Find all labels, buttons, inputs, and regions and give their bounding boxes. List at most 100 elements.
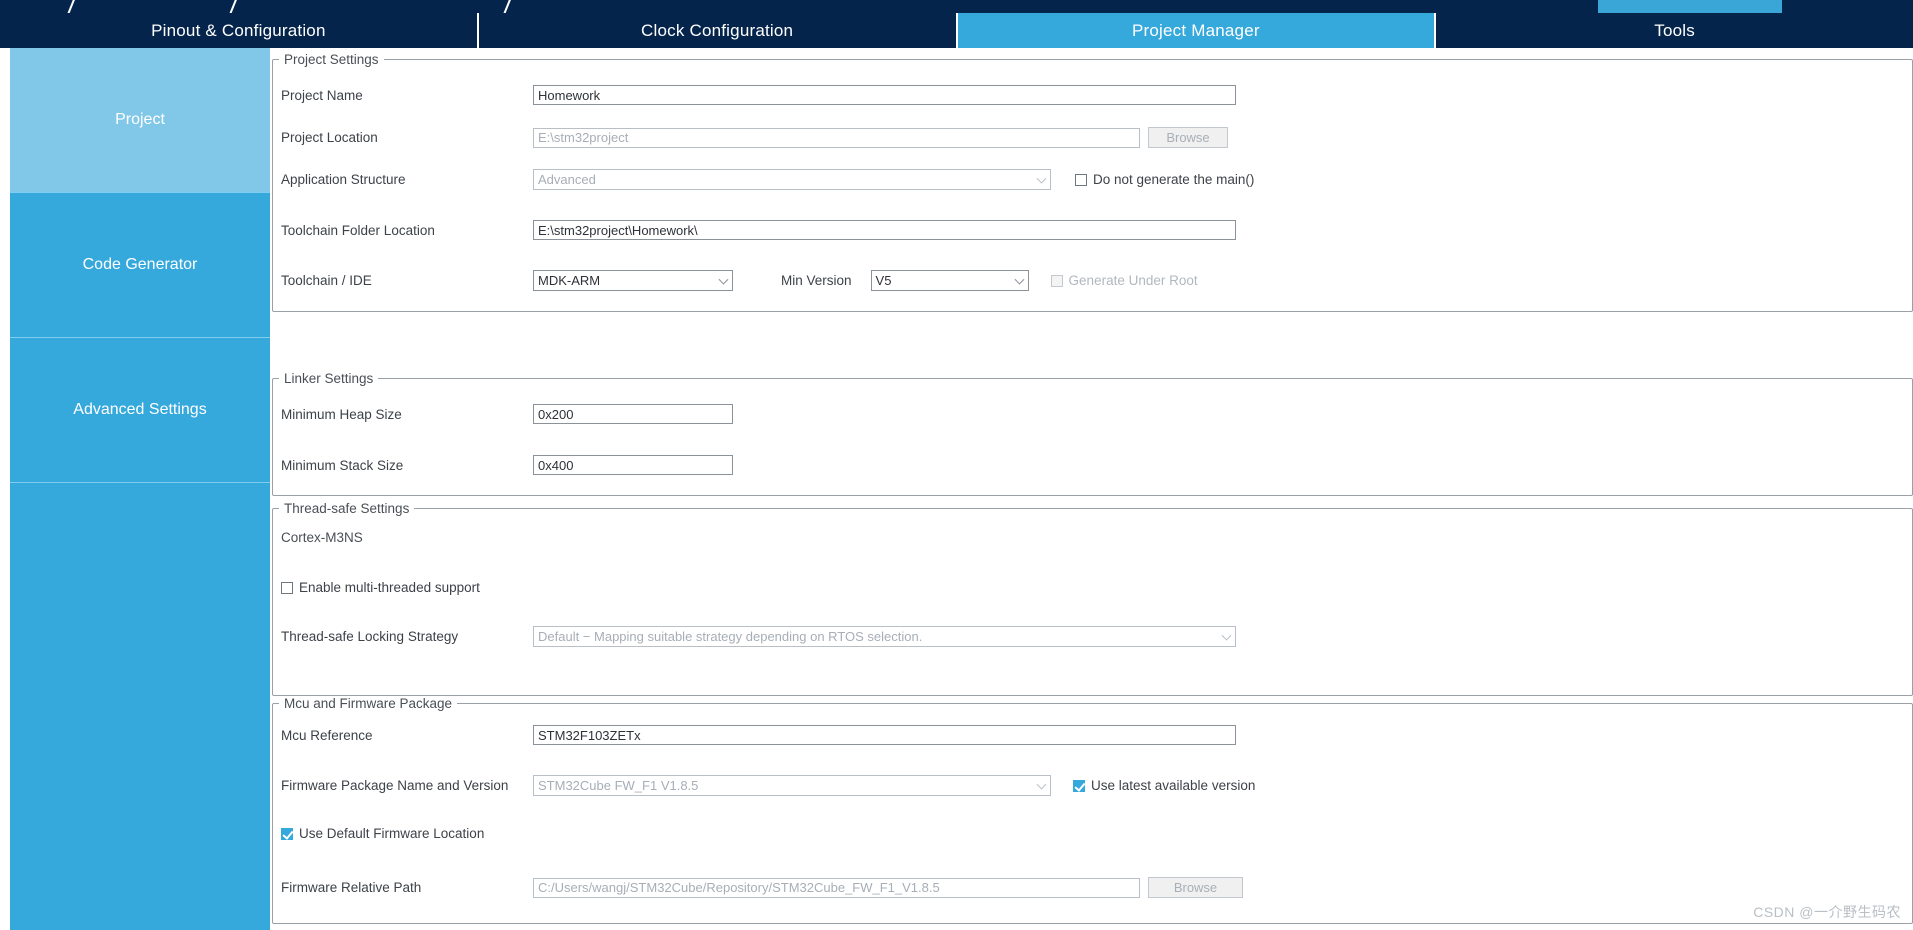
toolchain-folder-location-input[interactable] — [533, 220, 1236, 240]
minimum-stack-size-input[interactable] — [533, 455, 733, 475]
row-project-name: Project Name — [281, 85, 1236, 105]
row-minimum-heap-size: Minimum Heap Size — [281, 404, 733, 424]
use-latest-available-version-checkbox[interactable]: Use latest available version — [1073, 778, 1255, 793]
row-project-location: Project Location Browse — [281, 127, 1228, 148]
project-manager-sidebar: Project Code Generator Advanced Settings — [10, 48, 270, 930]
group-title: Project Settings — [284, 52, 379, 67]
checkbox-checked-icon — [281, 827, 293, 840]
tab-tools[interactable]: Tools — [1436, 13, 1913, 48]
chevron-down-icon — [1221, 630, 1232, 641]
project-name-label: Project Name — [281, 87, 363, 103]
row-toolchain-ide: Toolchain / IDE MDK-ARM Min Version V5 G… — [281, 270, 1198, 291]
min-version-value: V5 — [875, 273, 892, 288]
firmware-package-label: Firmware Package Name and Version — [281, 778, 509, 793]
watermark: CSDN @一介野生码农 — [1753, 904, 1901, 920]
use-default-firmware-location-label: Use Default Firmware Location — [299, 826, 485, 841]
checkbox-box-icon — [1075, 173, 1087, 186]
locking-strategy-value: Default − Mapping suitable strategy depe… — [538, 629, 923, 644]
toolchain-ide-label: Toolchain / IDE — [281, 273, 372, 288]
group-project-settings: Project Settings Project Name Project Lo… — [272, 52, 1913, 312]
sidebar-item-label: Code Generator — [82, 256, 198, 273]
group-linker-settings: Linker Settings Minimum Heap Size Minimu… — [272, 371, 1913, 496]
checkbox-box-icon — [1050, 274, 1063, 287]
strip-active-segment — [1598, 0, 1782, 13]
do-not-generate-main-label: Do not generate the main() — [1093, 172, 1255, 187]
project-settings-panel: Project Settings Project Name Project Lo… — [272, 48, 1913, 930]
chevron-down-icon — [718, 274, 729, 285]
tab-label: Project Manager — [1132, 20, 1260, 40]
group-thread-safe-settings: Thread-safe Settings Cortex-M3NS Enable … — [272, 501, 1913, 696]
application-structure-value: Advanced — [538, 172, 596, 187]
locking-strategy-label: Thread-safe Locking Strategy — [281, 629, 459, 644]
mcu-reference-label: Mcu Reference — [281, 727, 373, 743]
chevron-down-icon — [1036, 779, 1047, 790]
row-application-structure: Application Structure Advanced Do not ge… — [281, 169, 1254, 190]
project-name-input[interactable] — [533, 85, 1236, 105]
sidebar-item-project[interactable]: Project — [10, 48, 270, 193]
generate-under-root-checkbox: Generate Under Root — [1050, 273, 1198, 288]
strip-separator-icon — [65, 0, 77, 13]
generate-under-root-label: Generate Under Root — [1068, 273, 1198, 288]
firmware-package-value: STM32Cube FW_F1 V1.8.5 — [538, 778, 699, 793]
checkbox-checked-icon — [1073, 779, 1085, 792]
row-locking-strategy: Thread-safe Locking Strategy Default − M… — [281, 626, 1236, 647]
project-location-input[interactable] — [533, 127, 1140, 148]
min-version-select[interactable]: V5 — [870, 270, 1029, 291]
tab-project-manager[interactable]: Project Manager — [957, 13, 1437, 48]
row-firmware-package: Firmware Package Name and Version STM32C… — [281, 775, 1255, 796]
sidebar-item-label: Project — [115, 111, 165, 128]
sidebar-item-advanced-settings[interactable]: Advanced Settings — [10, 338, 270, 483]
group-title: Linker Settings — [284, 371, 374, 386]
row-minimum-stack-size: Minimum Stack Size — [281, 455, 733, 475]
tab-label: Tools — [1654, 20, 1695, 40]
tab-pinout-configuration[interactable]: Pinout & Configuration — [0, 13, 479, 48]
group-title: Thread-safe Settings — [284, 501, 410, 516]
do-not-generate-main-checkbox[interactable]: Do not generate the main() — [1075, 172, 1254, 187]
toolchain-folder-location-label: Toolchain Folder Location — [281, 222, 435, 238]
tab-label: Clock Configuration — [641, 20, 794, 40]
enable-multithreaded-support-checkbox[interactable]: Enable multi-threaded support — [281, 580, 480, 595]
sidebar-filler — [10, 483, 270, 930]
group-mcu-firmware-package: Mcu and Firmware Package Mcu Reference F… — [272, 696, 1913, 924]
top-breadcrumb-strip — [0, 0, 1913, 13]
firmware-package-select[interactable]: STM32Cube FW_F1 V1.8.5 — [533, 775, 1051, 796]
group-title: Mcu and Firmware Package — [284, 696, 453, 711]
tab-clock-configuration[interactable]: Clock Configuration — [478, 13, 958, 48]
minimum-heap-size-input[interactable] — [533, 404, 733, 424]
sidebar-item-label: Advanced Settings — [73, 401, 207, 418]
browse-label: Browse — [1173, 880, 1218, 895]
strip-separator-icon — [501, 0, 513, 13]
project-location-label: Project Location — [281, 130, 378, 145]
row-firmware-relative-path: Firmware Relative Path Browse — [281, 877, 1243, 898]
main-tabbar: Pinout & Configuration Clock Configurati… — [0, 13, 1913, 48]
min-version-label: Min Version — [781, 273, 852, 288]
use-default-firmware-location-checkbox[interactable]: Use Default Firmware Location — [281, 826, 484, 841]
chevron-down-icon — [1014, 274, 1024, 285]
core-name-label: Cortex-M3NS — [281, 530, 363, 545]
sidebar-item-code-generator[interactable]: Code Generator — [10, 193, 270, 338]
checkbox-box-icon — [281, 581, 293, 594]
stm32cubemx-window: Pinout & Configuration Clock Configurati… — [0, 0, 1913, 930]
toolchain-ide-select[interactable]: MDK-ARM — [533, 270, 733, 291]
strip-separator-icon — [227, 0, 239, 13]
locking-strategy-select[interactable]: Default − Mapping suitable strategy depe… — [533, 626, 1236, 647]
use-latest-available-version-label: Use latest available version — [1091, 778, 1256, 793]
row-use-default-firmware-location: Use Default Firmware Location — [281, 826, 484, 841]
row-mcu-reference: Mcu Reference — [281, 725, 1236, 745]
application-structure-select[interactable]: Advanced — [533, 169, 1051, 190]
chevron-down-icon — [1036, 173, 1047, 184]
firmware-relative-path-input[interactable] — [533, 877, 1140, 898]
application-structure-label: Application Structure — [281, 172, 406, 187]
firmware-relative-path-browse-button[interactable]: Browse — [1148, 877, 1243, 898]
firmware-relative-path-label: Firmware Relative Path — [281, 880, 422, 895]
enable-multithreaded-support-label: Enable multi-threaded support — [299, 580, 480, 595]
project-location-browse-button[interactable]: Browse — [1148, 127, 1228, 148]
toolchain-ide-value: MDK-ARM — [538, 273, 601, 288]
browse-label: Browse — [1166, 130, 1210, 145]
minimum-heap-size-label: Minimum Heap Size — [281, 406, 402, 422]
tab-label: Pinout & Configuration — [151, 20, 326, 40]
mcu-reference-input[interactable] — [533, 725, 1236, 745]
row-enable-multithreaded: Enable multi-threaded support — [281, 580, 480, 595]
row-toolchain-folder-location: Toolchain Folder Location — [281, 220, 1236, 240]
row-core-name: Cortex-M3NS — [281, 530, 363, 545]
